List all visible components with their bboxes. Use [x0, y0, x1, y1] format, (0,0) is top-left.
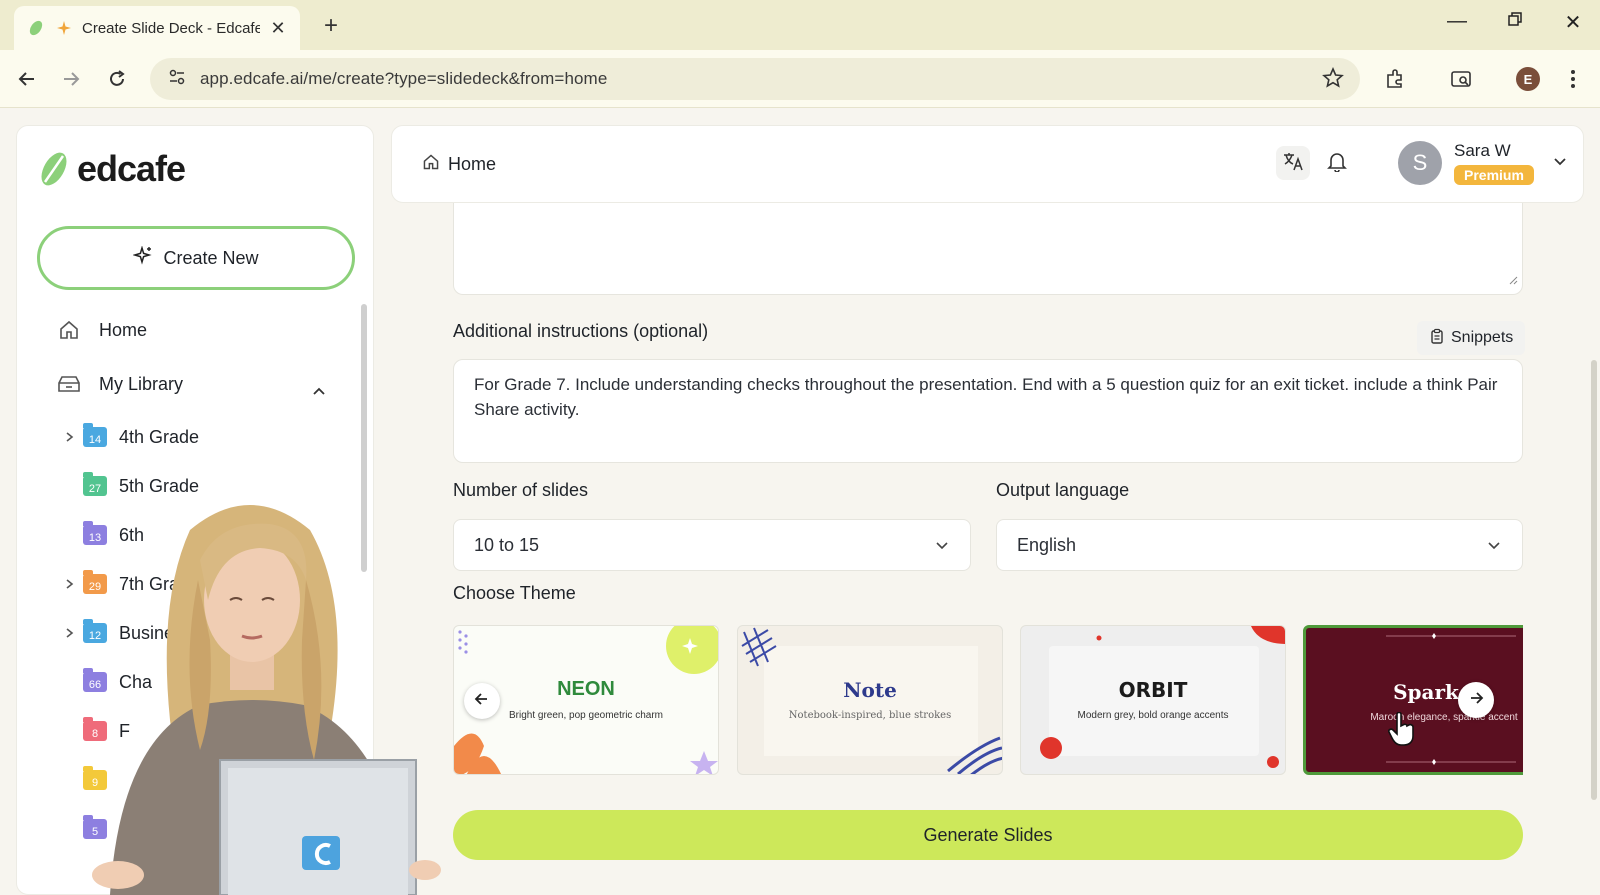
restore-icon[interactable]	[1500, 10, 1530, 33]
minimize-icon[interactable]: —	[1442, 10, 1472, 33]
carousel-next-button[interactable]	[1458, 682, 1494, 718]
page-scrollbar[interactable]	[1591, 360, 1597, 800]
browser-tab-bar: Create Slide Deck - Edcafe / ✕ + — ✕	[0, 0, 1600, 50]
theme-name: ORBIT	[1118, 678, 1188, 702]
back-icon[interactable]	[14, 66, 40, 92]
user-avatar[interactable]: S	[1398, 141, 1442, 185]
chevron-up-icon[interactable]	[311, 383, 327, 404]
theme-name: Note	[843, 678, 897, 702]
theme-card-spark[interactable]: Spark Maroon elegance, sparkle accent	[1303, 625, 1523, 775]
bell-icon	[1326, 150, 1348, 177]
top-header: Home S Sara W Premium	[391, 125, 1584, 203]
edcafe-logo[interactable]: edcafe	[37, 148, 186, 190]
slides-count-select[interactable]: 10 to 15	[453, 519, 971, 571]
instructions-textarea[interactable]: For Grade 7. Include understanding check…	[453, 359, 1523, 463]
clipboard-icon	[1429, 328, 1445, 349]
edcafe-favicon-icon	[26, 18, 46, 38]
language-select[interactable]: English	[996, 519, 1523, 571]
theme-desc: Modern grey, bold orange accents	[1077, 710, 1229, 721]
chevron-down-icon	[1486, 537, 1502, 558]
folder-count-badge: 14	[83, 423, 107, 447]
library-icon	[57, 372, 81, 396]
browser-toolbar: app.edcafe.ai/me/create?type=slidedeck&f…	[0, 50, 1600, 108]
instructions-label: Additional instructions (optional)	[453, 321, 709, 341]
breadcrumb-home: Home	[448, 154, 497, 174]
theme-card-neon[interactable]: NEON Bright green, pop geometric charm	[453, 625, 719, 775]
language-value: English	[1017, 534, 1077, 555]
chevron-down-icon	[934, 537, 950, 558]
main-content: Additional instructions (optional) Snipp…	[391, 203, 1584, 895]
bookmark-star-icon[interactable]	[1322, 66, 1344, 94]
carousel-prev-button[interactable]	[464, 683, 500, 719]
slides-count-value: 10 to 15	[474, 534, 540, 555]
theme-desc: Maroon elegance, sparkle accent	[1370, 712, 1518, 723]
theme-carousel: NEON Bright green, pop geometric charm N…	[453, 625, 1523, 775]
snippets-button[interactable]: Snippets	[1417, 321, 1526, 355]
translate-button[interactable]	[1276, 146, 1310, 180]
tab-close-icon[interactable]: ✕	[268, 18, 288, 39]
extensions-icon[interactable]	[1382, 66, 1408, 92]
sparkle-icon	[132, 244, 153, 271]
snippets-label: Snippets	[1451, 329, 1514, 346]
resize-handle-icon[interactable]	[1508, 272, 1518, 290]
tab-search-icon[interactable]	[1448, 66, 1474, 92]
generate-slides-button[interactable]: Generate Slides	[453, 810, 1523, 860]
forward-icon[interactable]	[58, 66, 84, 92]
presenter-person-icon	[92, 505, 441, 895]
presenter-video-overlay	[70, 490, 446, 895]
theme-card-note[interactable]: Note Notebook-inspired, blue strokes	[737, 625, 1003, 775]
theme-card-orbit[interactable]: ORBIT Modern grey, bold orange accents	[1020, 625, 1286, 775]
user-name: Sara W	[1454, 141, 1511, 160]
reload-icon[interactable]	[104, 66, 130, 92]
folder-label: 4th Grade	[119, 426, 200, 447]
topic-textarea[interactable]	[453, 203, 1523, 295]
chevron-right-icon[interactable]	[57, 430, 81, 444]
theme-desc: Notebook-inspired, blue strokes	[788, 710, 952, 721]
create-new-label: Create New	[163, 247, 259, 268]
sparkle-icon	[54, 18, 74, 38]
sidebar-item-my-library[interactable]: My Library	[57, 372, 183, 396]
logo-text: edcafe	[77, 148, 186, 189]
arrow-right-icon	[1468, 690, 1484, 711]
url-text: app.edcafe.ai/me/create?type=slidedeck&f…	[200, 69, 608, 88]
new-tab-icon[interactable]: +	[318, 12, 344, 40]
slides-count-label: Number of slides	[453, 480, 589, 500]
arrow-left-icon	[474, 691, 490, 712]
my-library-label: My Library	[99, 373, 184, 394]
sidebar-folder[interactable]: 14 4th Grade	[57, 423, 200, 450]
translate-icon	[1282, 150, 1304, 177]
site-settings-icon[interactable]	[168, 68, 186, 91]
window-close-icon[interactable]: ✕	[1558, 10, 1588, 35]
home-icon	[57, 318, 81, 342]
theme-label: Choose Theme	[453, 583, 576, 603]
hand-cursor-icon	[1388, 711, 1416, 751]
create-new-button[interactable]: Create New	[37, 226, 355, 290]
sidebar-item-home[interactable]: Home	[57, 318, 147, 342]
home-icon	[422, 153, 440, 176]
breadcrumb[interactable]: Home	[422, 153, 496, 176]
language-label: Output language	[996, 480, 1130, 500]
address-bar[interactable]: app.edcafe.ai/me/create?type=slidedeck&f…	[150, 58, 1360, 100]
home-label: Home	[99, 319, 148, 340]
tab-title: Create Slide Deck - Edcafe /	[82, 19, 260, 37]
browser-menu-icon[interactable]	[1560, 66, 1586, 92]
chevron-down-icon[interactable]	[1552, 153, 1568, 174]
notifications-button[interactable]	[1320, 146, 1354, 180]
browser-tab[interactable]: Create Slide Deck - Edcafe / ✕	[14, 6, 300, 50]
premium-badge: Premium	[1454, 165, 1534, 185]
leaf-logo-icon	[41, 152, 67, 186]
browser-profile-avatar[interactable]: E	[1516, 67, 1540, 91]
